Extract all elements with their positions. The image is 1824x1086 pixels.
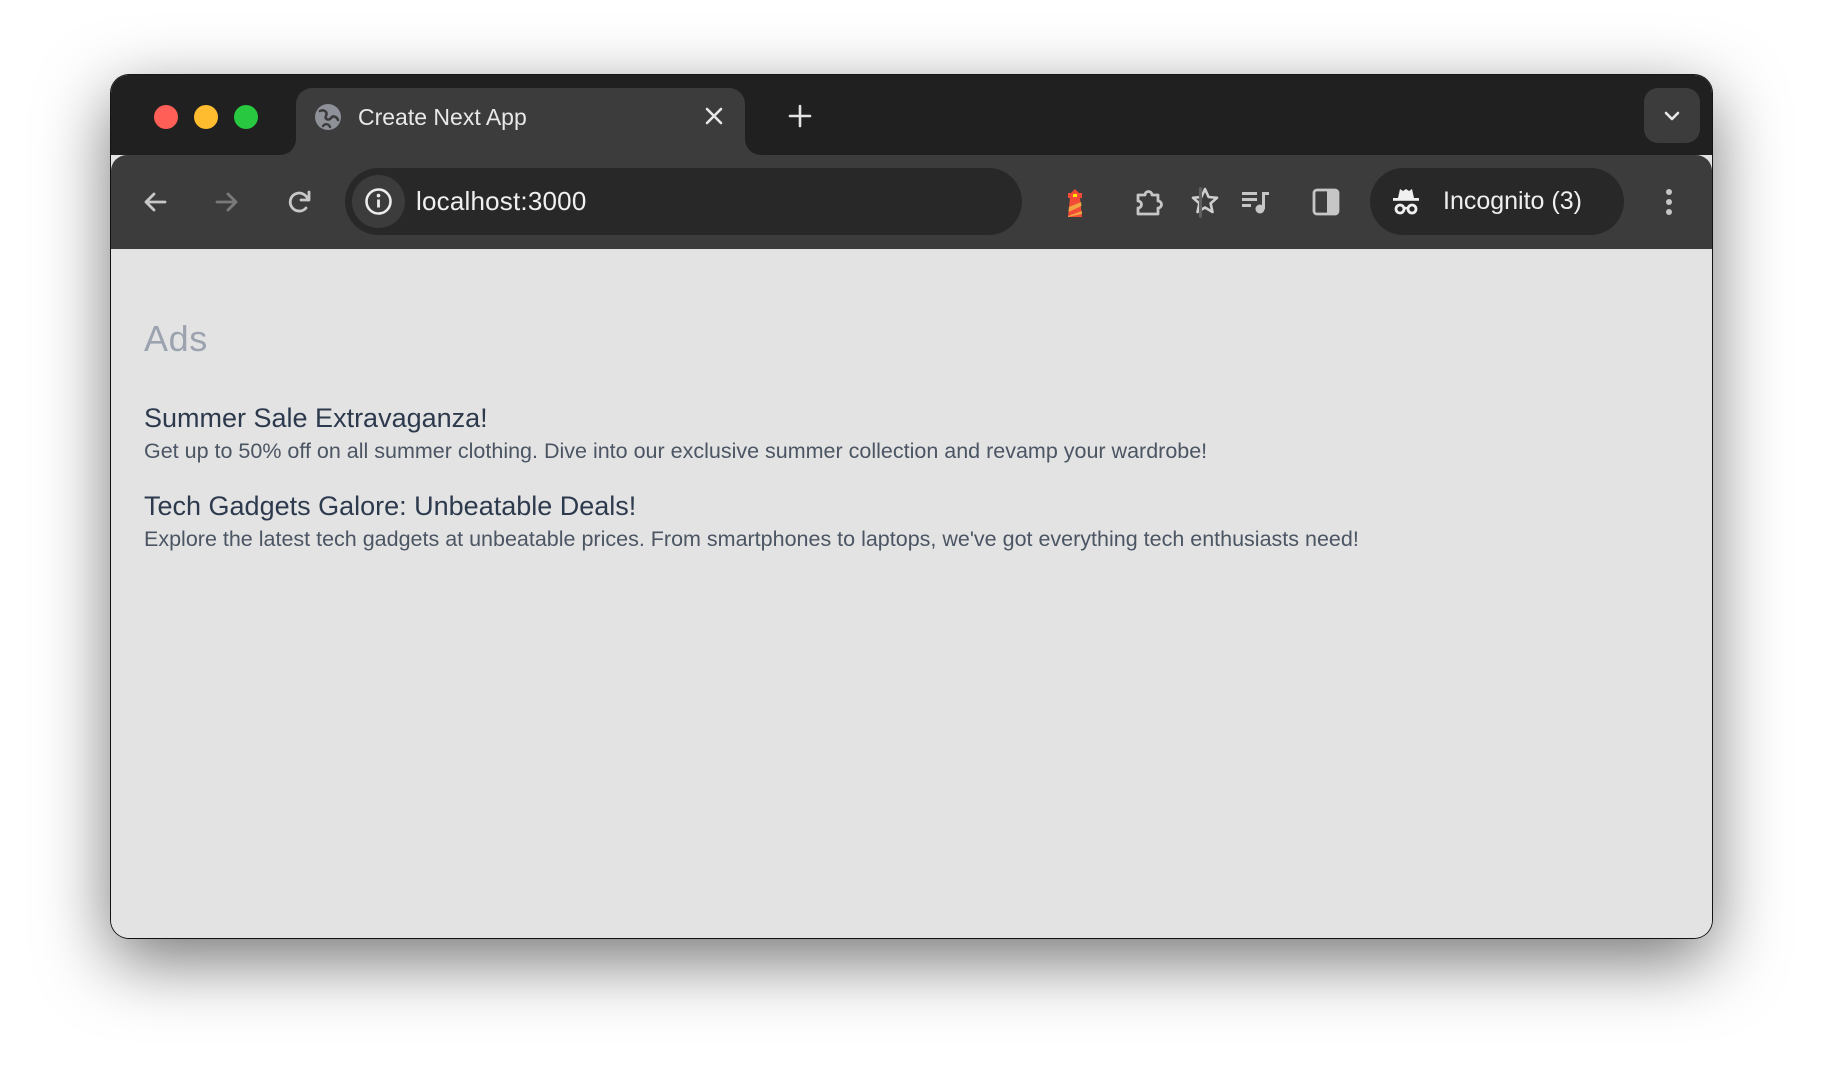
browser-window: Create Next App localhost:3000 Incognito… <box>111 75 1712 938</box>
ad-item: Summer Sale Extravaganza! Get up to 50% … <box>144 401 1207 467</box>
media-controls-button[interactable] <box>1240 187 1270 217</box>
incognito-icon <box>1393 189 1419 215</box>
page-heading: Ads <box>144 318 208 359</box>
close-window-button[interactable] <box>154 105 178 129</box>
incognito-label: Incognito (3) <box>1443 187 1582 215</box>
ad-description: Explore the latest tech gadgets at unbea… <box>144 527 1359 551</box>
minimize-window-button[interactable] <box>194 105 218 129</box>
globe-icon <box>314 103 342 131</box>
reload-button[interactable] <box>285 187 315 217</box>
tab-create-next-app[interactable]: Create Next App <box>296 88 745 155</box>
close-icon <box>705 107 723 125</box>
puzzle-icon <box>1136 190 1163 216</box>
ad-title: Summer Sale Extravaganza! <box>144 403 488 433</box>
side-panel-icon <box>1312 188 1340 216</box>
bookmark-button[interactable] <box>1190 186 1220 216</box>
chevron-down-icon <box>1664 111 1680 121</box>
page-content: Ads Summer Sale Extravaganza! Get up to … <box>111 249 1712 938</box>
url-text[interactable]: localhost:3000 <box>416 185 586 217</box>
ad-item: Tech Gadgets Galore: Unbeatable Deals! E… <box>144 489 1359 555</box>
info-icon <box>365 188 392 215</box>
address-bar[interactable]: localhost:3000 <box>345 168 1219 235</box>
ad-title: Tech Gadgets Galore: Unbeatable Deals! <box>144 491 637 521</box>
kebab-menu-icon <box>1666 189 1672 215</box>
plus-icon <box>788 104 812 128</box>
close-tab-button[interactable] <box>703 105 725 127</box>
forward-button[interactable] <box>212 187 242 217</box>
arrow-right-icon <box>215 192 238 212</box>
browser-menu-button[interactable] <box>1654 187 1684 217</box>
extensions-button[interactable] <box>1133 187 1163 217</box>
ad-description: Get up to 50% off on all summer clothing… <box>144 439 1208 463</box>
browser-toolbar: localhost:3000 Incognito (3) <box>111 155 1712 249</box>
media-queue-icon <box>1242 192 1269 214</box>
arrow-left-icon <box>144 192 167 212</box>
new-tab-button[interactable] <box>788 104 812 128</box>
maximize-window-button[interactable] <box>234 105 258 129</box>
back-button[interactable] <box>140 187 170 217</box>
lighthouse-icon <box>1068 189 1082 217</box>
star-icon <box>1191 187 1219 214</box>
tab-title: Create Next App <box>358 104 527 130</box>
incognito-profile-button[interactable]: Incognito (3) <box>1370 168 1624 235</box>
tab-search-button[interactable] <box>1644 88 1700 143</box>
reload-icon <box>288 190 311 213</box>
lighthouse-extension-button[interactable] <box>1060 187 1090 217</box>
toolbar-separator <box>1199 187 1202 218</box>
side-panel-button[interactable] <box>1311 187 1341 217</box>
site-info-button[interactable] <box>352 175 405 228</box>
tab-strip: Create Next App <box>111 75 1712 155</box>
